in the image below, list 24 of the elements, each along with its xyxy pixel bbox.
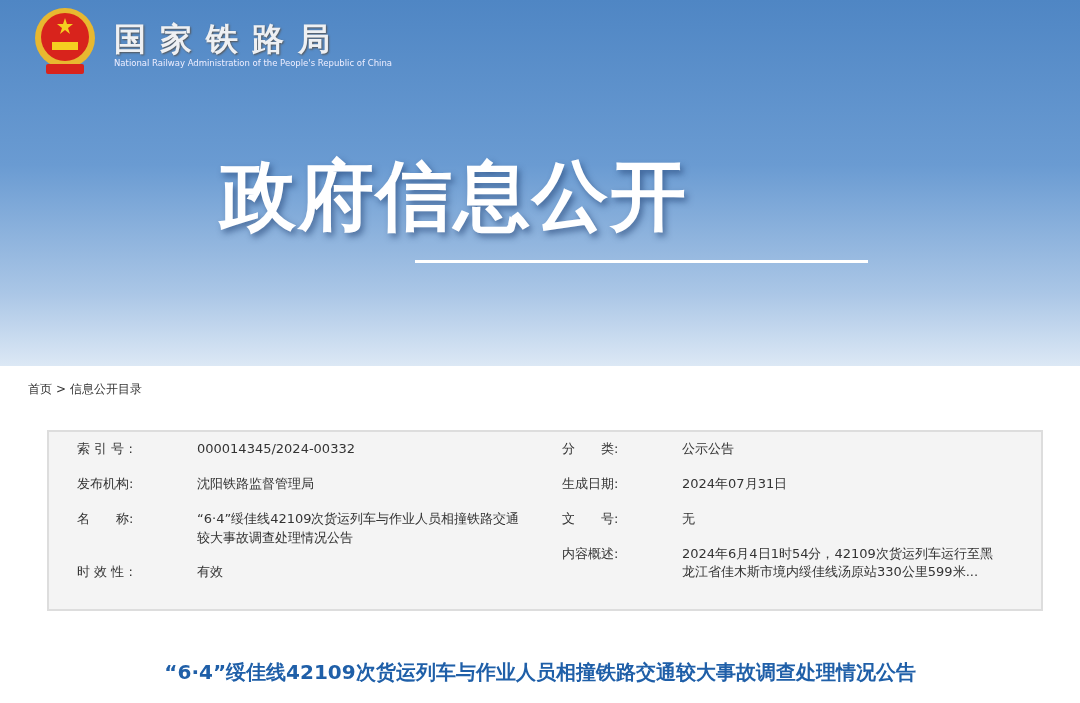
info-value: 2024年07月31日 [682, 474, 789, 493]
info-label: 发布机构: [77, 474, 135, 493]
info-label: 分 类: [562, 440, 620, 458]
info-value: “6·4”绥佳线42109次货运列车与作业人员相撞铁路交通较大事故调查处理情况公告 [197, 509, 521, 547]
info-label: 名 称: [77, 509, 135, 528]
info-value: 000014345/2024-00332 [197, 440, 356, 458]
breadcrumb-link[interactable]: 信息公开目录 [70, 380, 143, 430]
info-value: 有效 [197, 563, 224, 582]
emblem-icon [32, 6, 98, 76]
info-label: 内容概述: [562, 544, 620, 563]
info-value: 2024年6月4日1时54分，42109次货运列车运行至黑龙江省佳木斯市境内绥佳线汤原站330公里599米... [682, 544, 994, 582]
breadcrumb-separator: > [56, 381, 67, 398]
breadcrumb-link[interactable]: 首页 [28, 380, 52, 430]
info-label: 索 引 号 : [77, 440, 134, 458]
info-value: 公示公告 [682, 440, 735, 458]
info-label: 文 号: [562, 509, 620, 528]
site-subtitle: National Railway Administration of the People's Republic of China [114, 57, 393, 68]
article-title: “6·4”绥佳线42109次货运列车与作业人员相撞铁路交通较大事故调查处理情况公告 [164, 660, 916, 684]
info-value: 无 [682, 509, 696, 528]
site-title: 国家铁路局 [114, 22, 345, 58]
banner-title: 政府信息公开 [220, 158, 688, 234]
info-label: 时 效 性 : [77, 563, 134, 582]
info-label: 生成日期: [562, 474, 620, 493]
info-value: 沈阳铁路监督管理局 [197, 474, 315, 493]
